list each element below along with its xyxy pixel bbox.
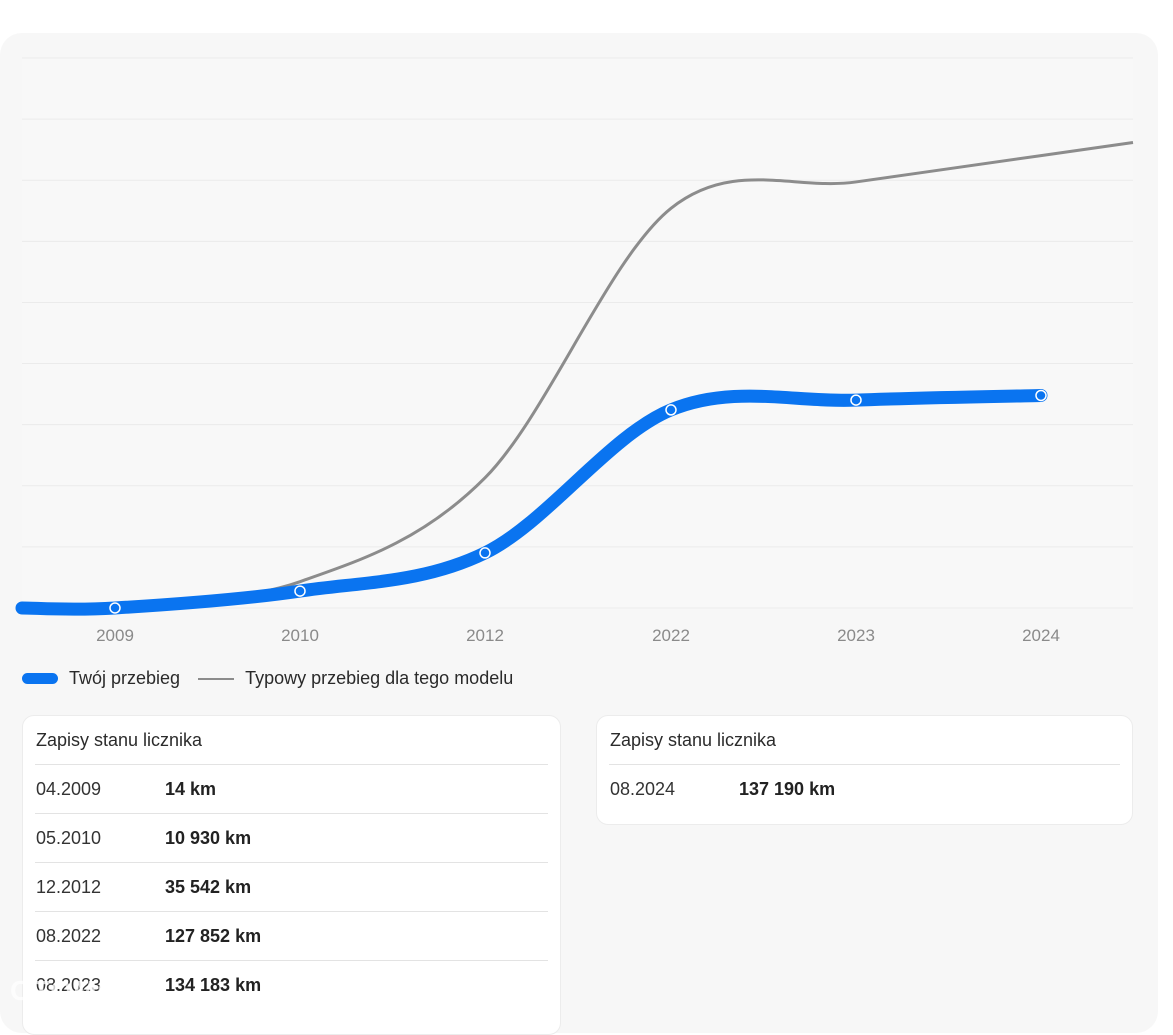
odometer-records-card-2: Zapisy stanu licznika 08.2024 137 190 km <box>596 715 1133 825</box>
record-row: 04.2009 14 km <box>35 765 548 814</box>
record-mileage: 14 km <box>165 779 217 799</box>
x-tick-label: 2022 <box>652 626 690 645</box>
mileage-chart: 2009 2010 2012 2022 2023 2024 <box>15 57 1134 645</box>
x-tick-label: 2010 <box>281 626 319 645</box>
record-date: 12.2012 <box>36 877 102 897</box>
card-title: Zapisy stanu licznika <box>609 716 1120 765</box>
x-tick-label: 2009 <box>96 626 134 645</box>
record-row: 08.2024 137 190 km <box>609 765 1120 813</box>
record-date: 04.2009 <box>36 779 102 799</box>
record-mileage: 134 183 km <box>165 975 262 995</box>
legend-swatch-yours <box>22 673 58 684</box>
data-point[interactable] <box>1035 389 1047 402</box>
legend-swatch-typical <box>198 677 235 680</box>
legend-label-yours: Twój przebieg <box>69 668 181 688</box>
data-point[interactable] <box>109 602 121 614</box>
x-tick-label: 2012 <box>466 626 504 645</box>
record-row: 05.2010 10 930 km <box>35 814 548 863</box>
record-row: 08.2022 127 852 km <box>35 912 548 961</box>
data-point[interactable] <box>665 404 677 416</box>
record-mileage: 127 852 km <box>165 926 262 946</box>
data-point[interactable] <box>850 394 862 406</box>
record-row: 12.2012 35 542 km <box>35 863 548 912</box>
record-mileage: 35 542 km <box>165 877 252 897</box>
watermark-logo: OTOMOTO <box>10 975 161 1006</box>
record-mileage: 10 930 km <box>165 828 252 848</box>
legend-label-typical: Typowy przebieg dla tego modelu <box>245 668 514 688</box>
chart-legend: Twój przebieg Typowy przebieg dla tego m… <box>22 668 513 689</box>
record-date: 08.2022 <box>36 926 102 946</box>
record-date: 05.2010 <box>36 828 102 848</box>
data-point[interactable] <box>479 547 491 559</box>
x-tick-label: 2024 <box>1022 626 1060 645</box>
card-title: Zapisy stanu licznika <box>35 716 548 765</box>
plot-area <box>22 58 1133 609</box>
record-date: 08.2024 <box>610 779 676 799</box>
x-axis: 2009 2010 2012 2022 2023 2024 <box>96 626 1060 645</box>
record-mileage: 137 190 km <box>739 779 836 799</box>
data-point[interactable] <box>294 585 306 597</box>
x-tick-label: 2023 <box>837 626 875 645</box>
